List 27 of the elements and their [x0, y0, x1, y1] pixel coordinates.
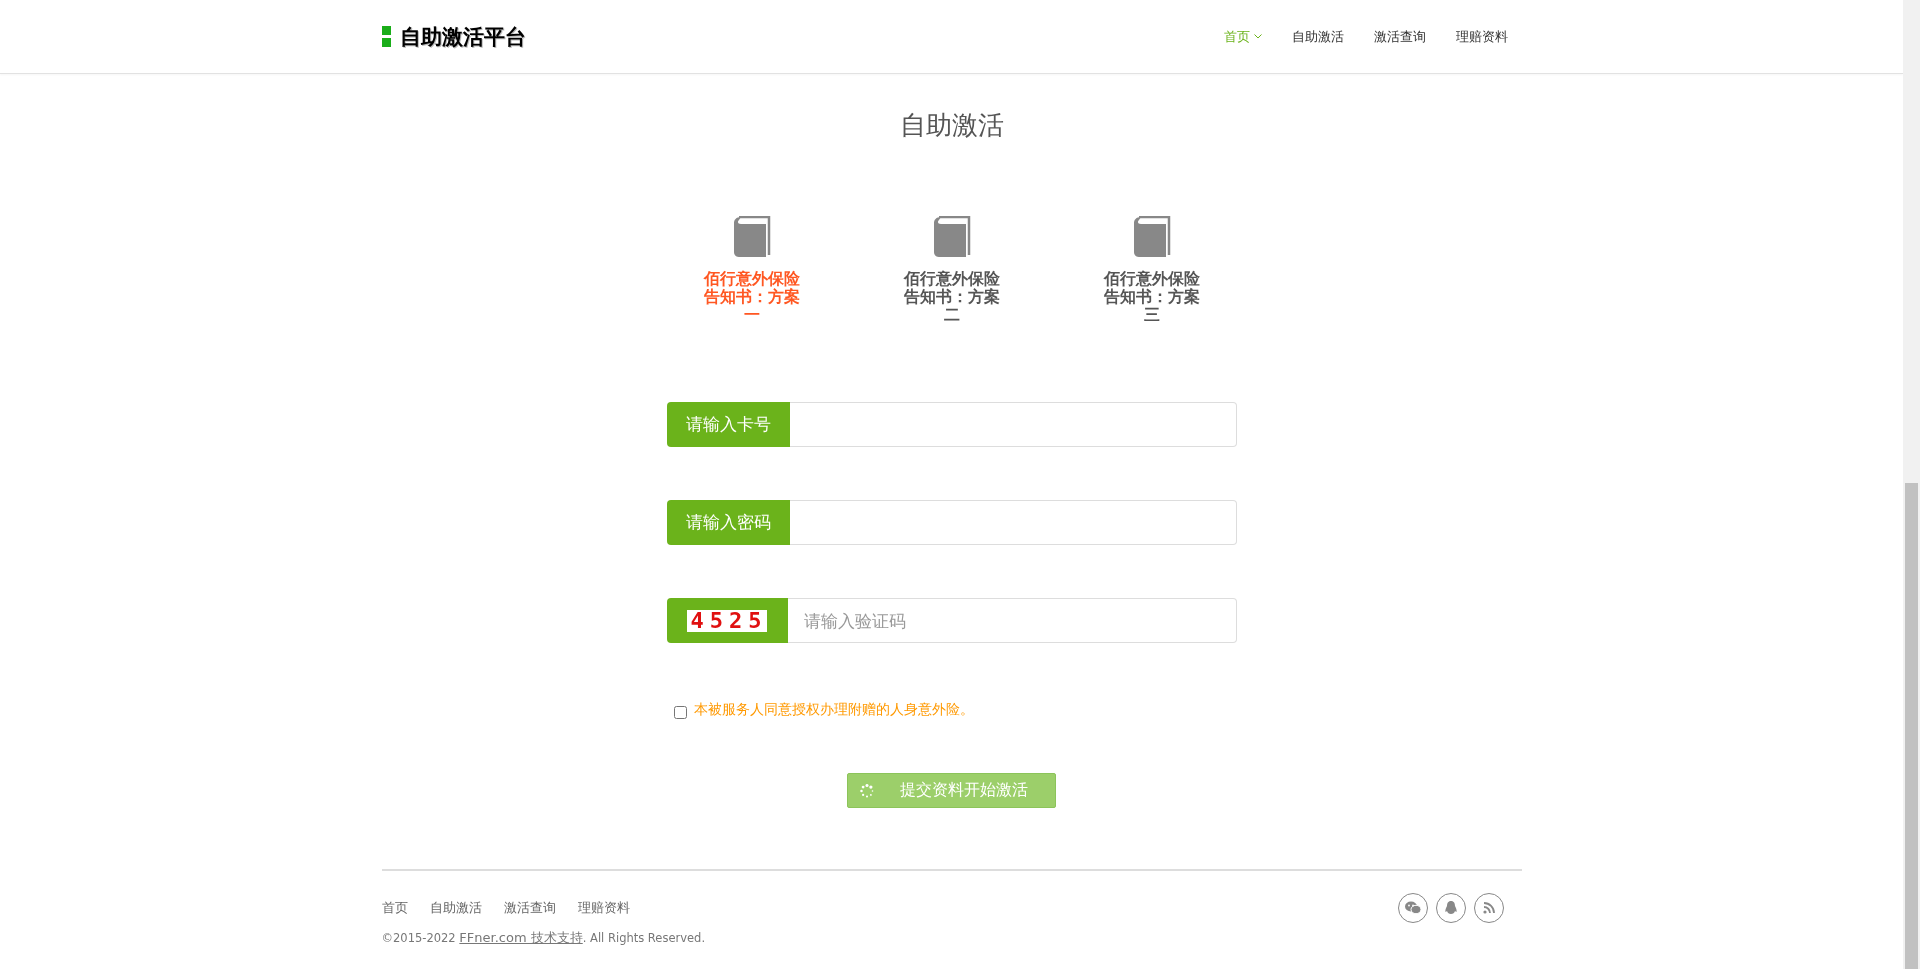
support-link[interactable]: FFner.com 技术支持 [459, 930, 583, 945]
agreement-text: 本被服务人同意授权办理附赠的人身意外险。 [693, 701, 974, 720]
scrollbar-thumb[interactable] [1905, 483, 1918, 969]
input-field[interactable] [789, 500, 1237, 546]
field-label: 请输入密码 [666, 500, 790, 546]
captcha-image[interactable]: 4525 [686, 609, 768, 632]
logo-icon [381, 26, 391, 47]
copyright-text: ©2015-2022 FFner.com 技术支持. All Rights Reserved. [381, 929, 707, 947]
book-icon[interactable] [732, 216, 771, 259]
book-icon[interactable] [1132, 216, 1171, 259]
nav-link[interactable]: 理赔资料 [1455, 27, 1508, 46]
site-logo-text[interactable]: 自助激活平台 [399, 22, 526, 51]
page-title: 自助激活 [899, 110, 1004, 142]
plan-tab[interactable]: 佰行意外保险告知书：方案三 [1101, 270, 1202, 325]
field-label: 请输入卡号 [666, 402, 790, 448]
plan-tab[interactable]: 佰行意外保险告知书：方案二 [901, 270, 1002, 325]
footer-link[interactable]: 激活查询 [503, 899, 556, 917]
footer-link[interactable]: 自助激活 [429, 899, 482, 917]
book-icon[interactable] [932, 216, 971, 259]
scrollbar[interactable] [1903, 0, 1920, 969]
nav-link[interactable]: 自助激活 [1291, 27, 1344, 46]
input-field[interactable]: 请输入验证码 [787, 598, 1237, 644]
input-field[interactable] [789, 402, 1237, 448]
agreement-checkbox[interactable] [673, 705, 687, 719]
footer-link[interactable]: 首页 [381, 899, 408, 917]
footer-link[interactable]: 理赔资料 [577, 899, 630, 917]
nav-link[interactable]: 激活查询 [1373, 27, 1426, 46]
